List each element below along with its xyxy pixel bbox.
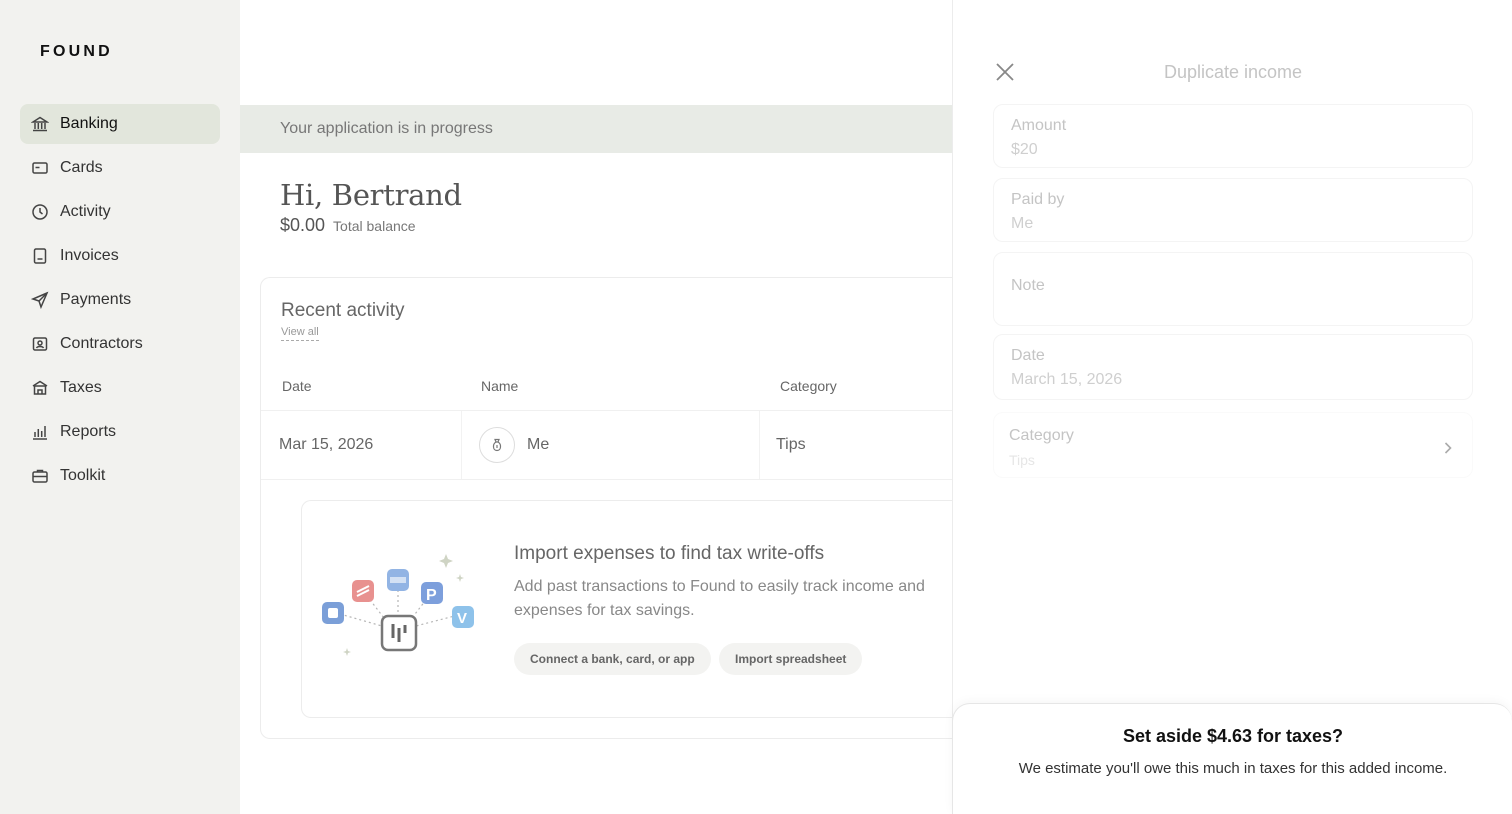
sidebar-item-payments[interactable]: Payments bbox=[20, 280, 220, 320]
note-field[interactable]: Note bbox=[993, 252, 1473, 326]
sidebar-item-taxes[interactable]: Taxes bbox=[20, 368, 220, 408]
date-field[interactable]: Date March 15, 2026 bbox=[993, 334, 1473, 400]
tax-prompt-title: Set aside $4.63 for taxes? bbox=[1122, 726, 1344, 746]
import-title: Import expenses to find tax write-offs bbox=[514, 543, 825, 564]
amount-value: $20 bbox=[1011, 141, 1038, 158]
category-field[interactable]: Category Tips bbox=[993, 412, 1473, 478]
connect-account-button[interactable]: Connect a bank, card, or app bbox=[514, 643, 711, 675]
integrations-illustration: P V bbox=[322, 554, 474, 656]
column-header-date[interactable]: Date bbox=[282, 378, 312, 394]
note-label: Note bbox=[1011, 277, 1045, 294]
sidebar-item-label: Toolkit bbox=[60, 467, 106, 484]
row-name: Me bbox=[527, 436, 550, 453]
import-expenses-card: P V Import expenses to find tax write-of… bbox=[301, 500, 981, 718]
sidebar-item-toolkit[interactable]: Toolkit bbox=[20, 456, 220, 496]
bar-chart-icon bbox=[33, 426, 47, 440]
recent-activity-card: Recent activity View all Date Name Categ… bbox=[260, 277, 981, 739]
paid-by-label: Paid by bbox=[1011, 191, 1065, 208]
paid-by-field[interactable]: Paid by Me bbox=[993, 178, 1473, 242]
send-icon bbox=[31, 291, 49, 309]
view-all-link[interactable]: View all bbox=[281, 326, 319, 341]
sidebar-nav: Banking Cards Activity Invoices Payments… bbox=[20, 104, 220, 500]
import-description: Add past transactions to Found to easily… bbox=[514, 578, 925, 619]
payer-avatar bbox=[479, 427, 515, 463]
sidebar-item-label: Banking bbox=[60, 115, 118, 132]
sidebar-item-activity[interactable]: Activity bbox=[20, 192, 220, 232]
paid-by-value: Me bbox=[1011, 215, 1034, 232]
amount-field[interactable]: Amount $20 bbox=[993, 104, 1473, 168]
card-icon bbox=[32, 162, 48, 174]
sidebar-item-contractors[interactable]: Contractors bbox=[20, 324, 220, 364]
application-banner[interactable]: Your application is in progress bbox=[240, 105, 952, 153]
panel-title: Duplicate income bbox=[1163, 62, 1303, 82]
sidebar-item-banking[interactable]: Banking bbox=[20, 104, 220, 144]
row-category: Tips bbox=[776, 436, 806, 453]
clock-icon bbox=[32, 204, 48, 220]
tax-setaside-prompt[interactable]: Set aside $4.63 for taxes? We estimate y… bbox=[952, 703, 1512, 814]
sidebar-item-label: Reports bbox=[60, 423, 117, 440]
import-spreadsheet-button[interactable]: Import spreadsheet bbox=[719, 643, 863, 675]
sidebar-item-reports[interactable]: Reports bbox=[20, 412, 220, 452]
row-date: Mar 15, 2026 bbox=[279, 436, 374, 453]
contractor-icon bbox=[32, 337, 48, 351]
category-value: Tips bbox=[1009, 452, 1035, 468]
sidebar-item-label: Payments bbox=[60, 291, 132, 308]
balance-label: Total balance bbox=[333, 218, 416, 234]
sidebar-item-label: Invoices bbox=[60, 247, 119, 264]
row-name-cell: Me bbox=[479, 411, 549, 479]
briefcase-icon bbox=[32, 469, 48, 483]
sidebar-item-label: Cards bbox=[60, 159, 103, 176]
sidebar-item-invoices[interactable]: Invoices bbox=[20, 236, 220, 276]
svg-text:P: P bbox=[426, 587, 437, 604]
date-label: Date bbox=[1011, 347, 1045, 364]
column-header-name[interactable]: Name bbox=[481, 378, 518, 394]
taxes-icon bbox=[32, 380, 48, 395]
sidebar-item-label: Activity bbox=[60, 203, 111, 220]
greeting-heading: Hi, Bertrand bbox=[280, 178, 462, 212]
sidebar-item-cards[interactable]: Cards bbox=[20, 148, 220, 188]
found-logo[interactable]: FOUND bbox=[40, 43, 113, 61]
svg-text:V: V bbox=[457, 610, 467, 627]
sidebar-item-label: Taxes bbox=[60, 379, 102, 396]
bank-icon bbox=[31, 116, 49, 132]
cell-divider bbox=[461, 411, 462, 479]
date-value: March 15, 2026 bbox=[1011, 371, 1123, 388]
recent-activity-title: Recent activity bbox=[281, 300, 405, 321]
money-bag-icon bbox=[492, 438, 502, 452]
tax-prompt-description: We estimate you'll owe this much in taxe… bbox=[1018, 760, 1448, 777]
sparkle-icon bbox=[439, 554, 453, 568]
amount-label: Amount bbox=[1011, 117, 1067, 134]
balance-amount: $0.00 bbox=[280, 215, 326, 235]
total-balance: $0.00 Total balance bbox=[280, 215, 416, 236]
column-header-category[interactable]: Category bbox=[780, 378, 837, 394]
chevron-right-icon[interactable] bbox=[1441, 441, 1455, 455]
table-row[interactable]: Mar 15, 2026 Me Tips bbox=[261, 410, 981, 480]
sidebar: FOUND Banking Cards Activity Invoices Pa… bbox=[0, 0, 240, 814]
bank-of-america-icon bbox=[352, 580, 374, 602]
sidebar-item-label: Contractors bbox=[60, 335, 143, 352]
duplicate-income-panel: Duplicate income Amount $20 Paid by Me N… bbox=[952, 0, 1512, 814]
category-label: Category bbox=[1009, 427, 1074, 444]
invoice-icon bbox=[33, 248, 47, 264]
cell-divider bbox=[759, 411, 760, 479]
banner-text: Your application is in progress bbox=[280, 120, 493, 137]
